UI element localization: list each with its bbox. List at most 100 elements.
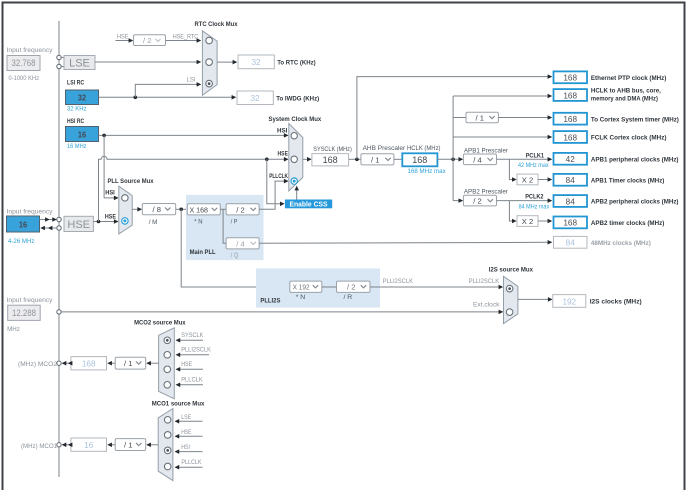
svg-text:Input frequency: Input frequency (7, 209, 54, 216)
svg-text:HSE: HSE (181, 429, 192, 436)
svg-text:84: 84 (566, 239, 576, 248)
svg-text:MCO1 source Mux: MCO1 source Mux (152, 400, 205, 407)
svg-text:(MHz) MCO1: (MHz) MCO1 (21, 443, 57, 450)
svg-text:16: 16 (84, 441, 94, 450)
svg-text:LSE: LSE (181, 414, 191, 421)
svg-text:APB2 timer clocks (MHz): APB2 timer clocks (MHz) (591, 220, 664, 227)
svg-text:HSI: HSI (181, 444, 190, 451)
svg-text:(MHz) MCO2: (MHz) MCO2 (18, 361, 57, 368)
svg-text:APB1 Prescaler: APB1 Prescaler (464, 147, 509, 154)
svg-text:PLLCLK: PLLCLK (181, 377, 203, 384)
svg-text:/ 1: / 1 (371, 155, 379, 164)
svg-text:Input frequency: Input frequency (7, 297, 54, 304)
svg-text:PLL Source Mux: PLL Source Mux (108, 178, 154, 185)
svg-text:168 MHz max: 168 MHz max (408, 168, 447, 175)
svg-text:I2S clocks (MHz): I2S clocks (MHz) (590, 299, 642, 306)
svg-text:Enable CSS: Enable CSS (290, 201, 328, 208)
svg-text:/ 4: / 4 (473, 155, 481, 164)
svg-text:/ 2: / 2 (143, 36, 151, 45)
svg-text:memory and DMA (MHz): memory and DMA (MHz) (591, 96, 658, 103)
svg-text:PLLI2S: PLLI2S (260, 297, 280, 304)
svg-text:16 MHz: 16 MHz (67, 143, 87, 150)
svg-text:32: 32 (250, 94, 260, 103)
svg-text:PCLK1: PCLK1 (526, 152, 544, 159)
svg-text:168: 168 (82, 360, 96, 369)
svg-text:192: 192 (562, 297, 576, 306)
svg-text:/ P: / P (231, 219, 238, 226)
svg-text:HSI: HSI (105, 189, 115, 196)
svg-text:42: 42 (566, 155, 576, 164)
svg-text:PCLK2: PCLK2 (525, 194, 543, 201)
svg-text:/ 8: / 8 (153, 205, 161, 214)
svg-text:X 2: X 2 (522, 175, 533, 184)
svg-text:16: 16 (78, 130, 86, 140)
svg-text:System Clock Mux: System Clock Mux (269, 116, 322, 123)
svg-text:168: 168 (412, 155, 427, 165)
svg-text:To Cortex System timer (MHz): To Cortex System timer (MHz) (591, 116, 679, 123)
svg-text:AHB Prescaler: AHB Prescaler (363, 145, 406, 152)
svg-text:APB1 peripheral clocks (MHz): APB1 peripheral clocks (MHz) (591, 156, 679, 163)
svg-text:/ 1: / 1 (124, 359, 132, 368)
svg-text:168: 168 (563, 133, 577, 142)
svg-text:HSE: HSE (117, 34, 129, 41)
svg-text:168: 168 (323, 155, 338, 165)
svg-text:To IWDG (KHz): To IWDG (KHz) (276, 96, 319, 103)
svg-text:168: 168 (563, 219, 577, 228)
svg-text:0-1000 KHz: 0-1000 KHz (9, 75, 40, 82)
svg-text:HSE: HSE (278, 150, 289, 157)
svg-text:12.288: 12.288 (12, 308, 36, 318)
svg-text:84: 84 (566, 197, 576, 206)
svg-text:/ Q: / Q (231, 251, 239, 260)
svg-text:RTC Clock Mux: RTC Clock Mux (195, 21, 238, 28)
svg-text:Ext.clock: Ext.clock (473, 301, 500, 308)
svg-text:HSE: HSE (105, 213, 116, 220)
svg-text:HSE_RTC: HSE_RTC (173, 34, 199, 41)
svg-text:SYSCLK (MHz): SYSCLK (MHz) (313, 146, 352, 153)
svg-text:/ 2: / 2 (473, 197, 481, 206)
svg-text:/ M: / M (149, 219, 158, 226)
svg-text:X 192: X 192 (293, 283, 310, 292)
svg-text:SYSCLK: SYSCLK (181, 332, 204, 339)
svg-text:HCLK to AHB bus, core,: HCLK to AHB bus, core, (591, 88, 661, 95)
svg-text:FCLK Cortex clock (MHz): FCLK Cortex clock (MHz) (591, 135, 667, 142)
svg-text:/ 1: / 1 (476, 113, 484, 122)
svg-text:32: 32 (251, 58, 261, 67)
svg-text:32 KHz: 32 KHz (67, 106, 87, 113)
svg-text:LSI RC: LSI RC (67, 80, 84, 87)
svg-text:PLLCLK: PLLCLK (181, 459, 202, 466)
svg-text:16: 16 (19, 220, 27, 230)
svg-text:/ R: / R (344, 294, 353, 301)
svg-text:PLLI2SCLK: PLLI2SCLK (469, 278, 500, 285)
svg-text:/ 2: / 2 (236, 205, 244, 214)
svg-text:Main PLL: Main PLL (190, 249, 216, 256)
svg-text:I2S source Mux: I2S source Mux (489, 267, 533, 274)
svg-text:LSI: LSI (187, 77, 196, 84)
svg-text:48MHz clocks (MHz): 48MHz clocks (MHz) (591, 240, 651, 247)
svg-text:Input frequency: Input frequency (7, 47, 54, 54)
svg-text:42 MHz max: 42 MHz max (518, 162, 549, 169)
svg-text:MCO2 source Mux: MCO2 source Mux (134, 320, 186, 327)
svg-text:APB2 Prescaler: APB2 Prescaler (464, 189, 509, 196)
svg-text:APB2 peripheral clocks (MHz): APB2 peripheral clocks (MHz) (591, 199, 679, 206)
svg-text:32.768: 32.768 (12, 58, 36, 68)
svg-text:84 MHz max: 84 MHz max (519, 203, 550, 210)
svg-text:4-26 MHz: 4-26 MHz (8, 238, 35, 245)
svg-text:168: 168 (563, 74, 577, 83)
svg-text:HSI: HSI (277, 128, 287, 135)
svg-text:X 2: X 2 (522, 217, 533, 226)
svg-text:X 168: X 168 (190, 205, 209, 214)
svg-text:LSE: LSE (69, 58, 90, 70)
svg-text:To RTC (KHz): To RTC (KHz) (277, 60, 316, 67)
svg-text:/ 2: / 2 (347, 283, 355, 292)
svg-text:84: 84 (566, 176, 576, 185)
svg-text:HSE: HSE (181, 361, 192, 368)
svg-text:32: 32 (78, 93, 86, 103)
svg-text:168: 168 (563, 91, 577, 100)
svg-text:HSE: HSE (67, 219, 90, 231)
svg-text:/ 1: / 1 (124, 440, 132, 449)
svg-text:PLLI2SCLK: PLLI2SCLK (181, 347, 211, 354)
svg-text:* N: * N (296, 294, 306, 301)
svg-text:PLLI2SCLK: PLLI2SCLK (383, 278, 414, 285)
svg-text:HCLK (MHz): HCLK (MHz) (407, 145, 441, 152)
svg-text:APB1 Timer clocks (MHz): APB1 Timer clocks (MHz) (591, 177, 664, 184)
